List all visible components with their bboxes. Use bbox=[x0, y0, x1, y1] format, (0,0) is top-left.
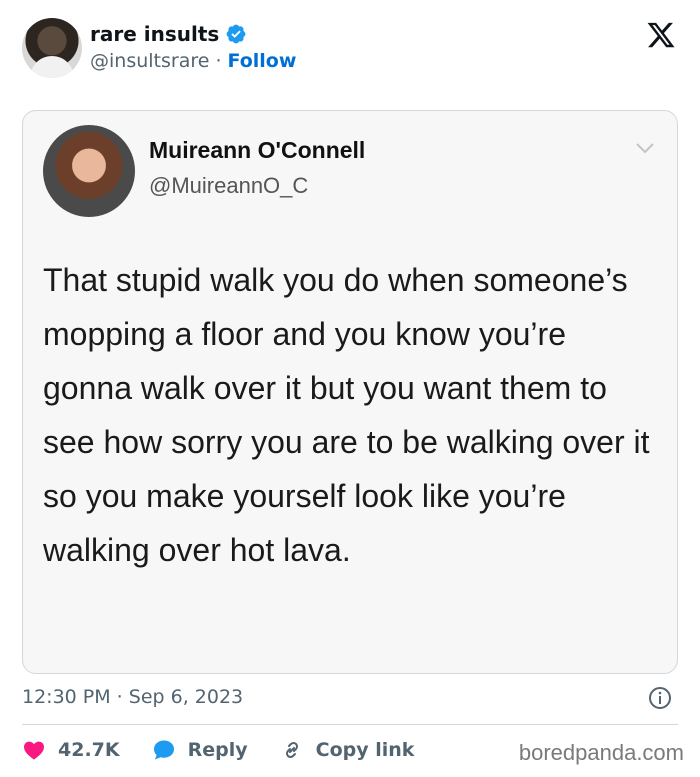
watermark: boredpanda.com bbox=[518, 740, 684, 765]
quoted-author-handle: @MuireannO_C bbox=[149, 173, 309, 198]
follow-button[interactable]: Follow bbox=[227, 50, 296, 72]
verified-badge-icon bbox=[226, 24, 246, 44]
quoted-tweet-card[interactable]: Muireann O'Connell @MuireannO_C That stu… bbox=[22, 110, 678, 674]
tweet-header: rare insults @insultsrare · Follow bbox=[22, 18, 678, 82]
heart-icon bbox=[24, 741, 44, 760]
separator-dot: · bbox=[215, 50, 222, 72]
author-handle-row: @insultsrare · Follow bbox=[90, 50, 296, 72]
x-logo-icon[interactable] bbox=[646, 20, 676, 50]
reply-bubble-icon bbox=[153, 740, 174, 760]
quoted-author-name: Muireann O'Connell bbox=[149, 137, 366, 163]
author-display-name[interactable]: rare insults bbox=[90, 22, 219, 46]
info-icon[interactable] bbox=[648, 686, 672, 710]
tweet-timestamp[interactable]: 12:30 PM · Sep 6, 2023 bbox=[22, 686, 243, 708]
divider bbox=[22, 724, 678, 725]
quoted-author-avatar bbox=[43, 125, 135, 217]
quoted-tweet-text: That stupid walk you do when someone’s m… bbox=[43, 262, 650, 568]
reply-label: Reply bbox=[187, 739, 248, 761]
action-bar: 42.7K Reply Copy link bbox=[22, 736, 446, 764]
like-button[interactable]: 42.7K bbox=[22, 738, 120, 762]
copy-link-button[interactable]: Copy link bbox=[280, 738, 415, 762]
link-icon bbox=[285, 741, 298, 759]
author-avatar[interactable] bbox=[22, 18, 82, 78]
author-name-row: rare insults bbox=[90, 22, 247, 46]
author-handle[interactable]: @insultsrare bbox=[90, 50, 209, 72]
reply-button[interactable]: Reply bbox=[152, 738, 248, 762]
copy-link-label: Copy link bbox=[315, 739, 415, 761]
like-count: 42.7K bbox=[58, 739, 120, 761]
chevron-down-icon bbox=[636, 143, 654, 154]
